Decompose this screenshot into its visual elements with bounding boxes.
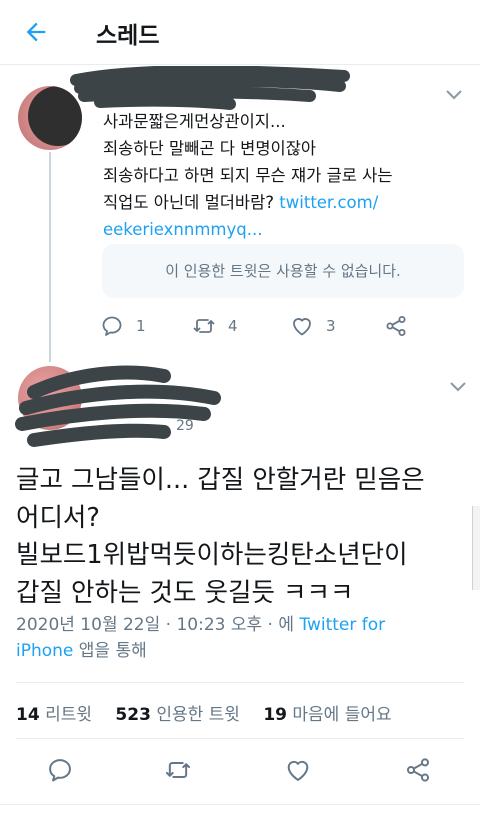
- share-button[interactable]: [404, 756, 436, 788]
- thread-line: [49, 152, 51, 362]
- retweet-button[interactable]: [164, 756, 196, 788]
- reply-count: 1: [136, 317, 146, 335]
- like-button[interactable]: 3: [290, 312, 336, 340]
- share-icon: [406, 758, 430, 782]
- chevron-down-icon[interactable]: [444, 88, 464, 102]
- source-suffix: 앱을 통해: [73, 641, 147, 661]
- main-tweet-actions: [0, 756, 480, 788]
- quote-unavailable-text: 이 인용한 트윗은 사용할 수 없습니다.: [165, 262, 401, 280]
- heart-icon: [287, 760, 309, 781]
- divider: [16, 682, 464, 683]
- retweet-icon: [193, 319, 215, 333]
- retweets-count[interactable]: 14: [16, 705, 40, 725]
- share-icon: [386, 316, 406, 336]
- likes-label[interactable]: 마음에 들어요: [292, 705, 391, 725]
- tweet-line: 죄송하다고 하면 되지 무슨 쟤가 글로 사는: [103, 166, 393, 185]
- quotes-count[interactable]: 523: [115, 705, 151, 725]
- arrow-left-icon[interactable]: [22, 18, 50, 46]
- likes-count[interactable]: 19: [263, 705, 287, 725]
- tweet-metadata: 2020년 10월 22일 · 10:23 오후 · 에 Twitter for…: [16, 612, 466, 664]
- heart-icon: [293, 318, 311, 336]
- tweet-line: 갑질 안하는 것도 웃길듯 ㅋㅋㅋ: [16, 577, 354, 608]
- reply-button[interactable]: [46, 756, 78, 788]
- parent-tweet-text: 사과문짧은게먼상관이지... 죄송하단 말빼곤 다 변명이잖아 죄송하다고 하면…: [103, 108, 463, 243]
- source-link-continued[interactable]: iPhone: [16, 641, 73, 661]
- engagement-stats: 14 리트윗 523 인용한 트윗 19 마음에 들어요: [16, 700, 392, 725]
- tweet-line: 직업도 아닌데 멀더바람?: [103, 193, 280, 212]
- reply-icon: [102, 316, 122, 336]
- retweet-button[interactable]: 4: [192, 312, 238, 340]
- timestamp: 2020년 10월 22일 · 10:23 오후 · 에: [16, 615, 300, 635]
- reply-icon: [49, 759, 71, 782]
- retweets-label[interactable]: 리트윗: [45, 705, 92, 725]
- retweet-count: 4: [228, 317, 238, 335]
- tweet-line: 어디서?: [16, 502, 100, 533]
- retweet-icon: [165, 762, 191, 778]
- share-button[interactable]: [384, 312, 408, 340]
- tweet-link[interactable]: twitter.com/: [279, 193, 378, 212]
- tweet-line: 글고 그남들이... 갑질 안할거란 믿음은: [16, 465, 425, 495]
- tweet-line: 사과문짧은게먼상관이지...: [103, 112, 286, 131]
- divider: [0, 804, 480, 805]
- user-handle-fragment: 29: [176, 418, 194, 434]
- quotes-label[interactable]: 인용한 트윗: [156, 705, 240, 725]
- parent-tweet-actions: 1 4 3: [100, 312, 430, 340]
- divider: [16, 738, 464, 739]
- header-bar: 스레드: [0, 0, 480, 65]
- quote-unavailable-box: 이 인용한 트윗은 사용할 수 없습니다.: [102, 244, 464, 298]
- source-link[interactable]: Twitter for: [299, 615, 385, 635]
- scrollbar[interactable]: [472, 506, 480, 590]
- main-tweet-text: 글고 그남들이... 갑질 안할거란 믿음은 어디서? 빌보드1위밥먹듯이하는킹…: [16, 462, 466, 612]
- tweet-line: 빌보드1위밥먹듯이하는킹탄소년단이: [16, 540, 408, 570]
- reply-button[interactable]: 1: [100, 312, 146, 340]
- redaction-scribble: [15, 365, 221, 447]
- redaction-scribble: [70, 66, 350, 110]
- chevron-down-icon[interactable]: [448, 380, 468, 394]
- like-button[interactable]: [284, 756, 316, 788]
- like-count: 3: [326, 317, 336, 335]
- tweet-link-continued[interactable]: eekeriexnnmmyq...: [103, 220, 262, 239]
- tweet-line: 죄송하단 말빼곤 다 변명이잖아: [103, 139, 317, 158]
- page-title: 스레드: [96, 23, 160, 49]
